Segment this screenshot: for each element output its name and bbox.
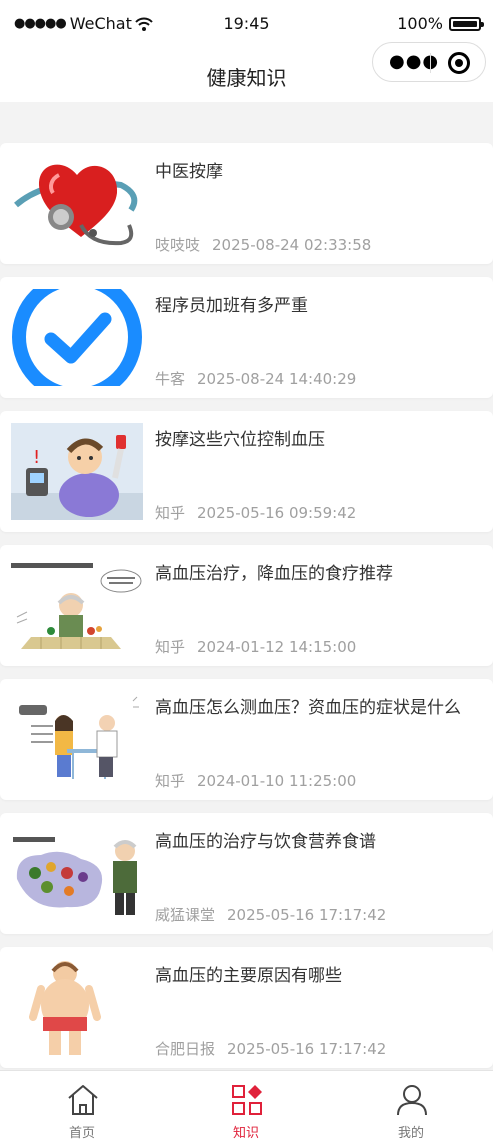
article-meta: 吱吱吱 2025-08-24 02:33:58 [155, 234, 371, 255]
article-title: 程序员加班有多严重 [155, 296, 308, 316]
article-date: 2025-05-16 17:17:42 [227, 1040, 387, 1058]
article-source: 牛客 [155, 370, 186, 388]
home-icon [68, 1085, 98, 1115]
article-meta: 威猛课堂 2025-05-16 17:17:42 [155, 904, 386, 925]
article-thumbnail [11, 959, 143, 1056]
article-meta: 知乎 2024-01-12 14:15:00 [155, 636, 356, 657]
more-menu-icon[interactable]: ●●● [389, 51, 439, 72]
article-card[interactable]: ! 按摩这些穴位控制血压 知乎 2025-05-16 09:59:42 [0, 411, 493, 532]
article-title: 高血压的主要原因有哪些 [155, 966, 342, 986]
article-card[interactable]: 高血压的主要原因有哪些 合肥日报 2025-05-16 17:17:42 [0, 947, 493, 1068]
article-card[interactable]: 高血压治疗，降血压的食疗推荐 知乎 2024-01-12 14:15:00 [0, 545, 493, 666]
article-date: 2025-05-16 17:17:42 [227, 906, 387, 924]
mini-program-capsule: ●●● [372, 42, 486, 82]
tab-label: 我的 [397, 1126, 424, 1141]
article-title: 高血压治疗，降血压的食疗推荐 [155, 564, 393, 584]
article-source: 威猛课堂 [155, 906, 216, 924]
article-meta: 知乎 2025-05-16 09:59:42 [155, 502, 356, 523]
tab-label: 知识 [232, 1126, 259, 1141]
article-card[interactable]: 程序员加班有多严重 牛客 2025-08-24 14:40:29 [0, 277, 493, 398]
article-title: 中医按摩 [155, 162, 223, 182]
article-source: 知乎 [155, 638, 186, 656]
article-date: 2025-05-16 09:59:42 [197, 504, 357, 522]
article-title: 高血压的治疗与饮食营养食谱 [155, 832, 376, 852]
article-card[interactable]: 高血压的治疗与饮食营养食谱 威猛课堂 2025-05-16 17:17:42 [0, 813, 493, 934]
tab-label: 首页 [68, 1126, 95, 1141]
svg-text:!: ! [33, 447, 40, 468]
article-date: 2025-08-24 02:33:58 [212, 236, 372, 254]
article-source: 知乎 [155, 772, 186, 790]
article-meta: 合肥日报 2025-05-16 17:17:42 [155, 1038, 386, 1059]
knowledge-grid-icon [232, 1085, 262, 1115]
tab-home[interactable]: 首页 [0, 1071, 164, 1143]
article-list: 中医按摩 吱吱吱 2025-08-24 02:33:58 程序员加班有多严重 牛客… [0, 143, 493, 1081]
article-meta: 知乎 2024-01-10 11:25:00 [155, 770, 356, 791]
article-card[interactable]: 中医按摩 吱吱吱 2025-08-24 02:33:58 [0, 143, 493, 264]
article-meta: 牛客 2025-08-24 14:40:29 [155, 368, 356, 389]
battery-group: 100% [397, 14, 484, 33]
article-source: 合肥日报 [155, 1040, 216, 1058]
article-date: 2024-01-12 14:15:00 [197, 638, 357, 656]
battery-icon [449, 16, 484, 31]
tab-mine[interactable]: 我的 [329, 1071, 493, 1143]
close-target-icon[interactable] [448, 52, 470, 74]
article-source: 吱吱吱 [155, 236, 201, 254]
status-bar: ●●●●● WeChat 19:45 100% [0, 0, 493, 46]
battery-percent: 100% [397, 14, 443, 33]
article-thumbnail [11, 557, 143, 654]
article-source: 知乎 [155, 504, 186, 522]
article-title: 高血压怎么测血压？资血压的症状是什么 [155, 698, 461, 718]
article-thumbnail [11, 155, 143, 252]
tab-knowledge[interactable]: 知识 [164, 1071, 328, 1143]
article-title: 按摩这些穴位控制血压 [155, 430, 325, 450]
user-icon [397, 1085, 427, 1116]
tab-bar: 首页 知识 我的 [0, 1070, 493, 1143]
article-thumbnail [11, 289, 143, 386]
article-card[interactable]: 高血压怎么测血压？资血压的症状是什么 知乎 2024-01-10 11:25:00 [0, 679, 493, 800]
article-date: 2025-08-24 14:40:29 [197, 370, 357, 388]
article-thumbnail [11, 825, 143, 922]
article-date: 2024-01-10 11:25:00 [197, 772, 357, 790]
article-thumbnail: ! [11, 423, 143, 520]
article-thumbnail [11, 691, 143, 788]
capsule-divider [430, 53, 431, 73]
